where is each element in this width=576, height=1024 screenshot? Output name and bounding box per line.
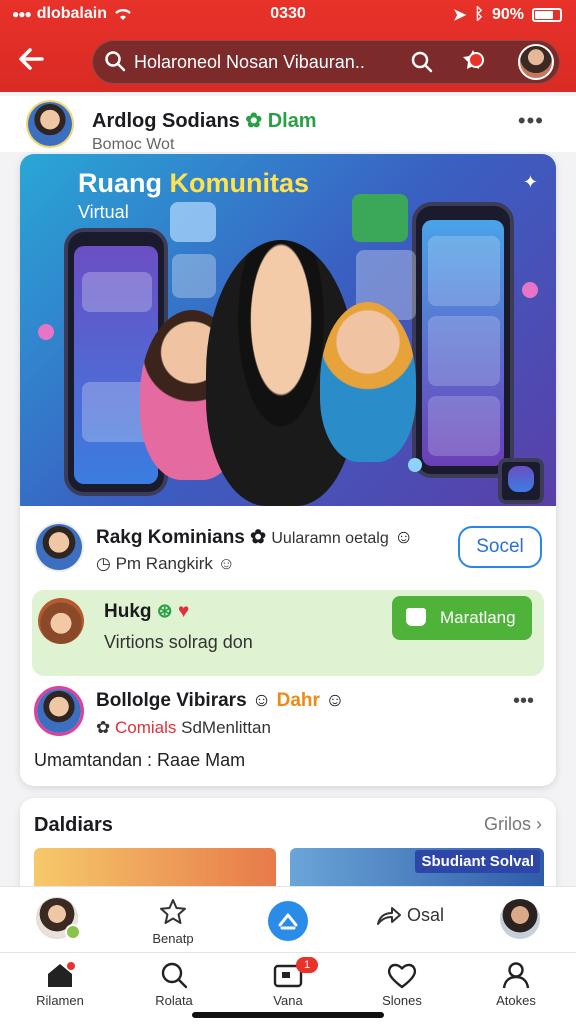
home-icon (48, 962, 75, 987)
promo-title: Hukg ⊛ ♥ (104, 601, 190, 622)
section-heading: Daldiars (34, 814, 113, 836)
phone-illustration-right (412, 202, 514, 478)
share-button[interactable]: Osal (376, 905, 444, 926)
arrow-left-icon (19, 48, 44, 70)
location-icon: ➤ (452, 7, 467, 24)
heart-icon (387, 963, 417, 989)
join-button[interactable]: Maratlang (392, 596, 532, 640)
hand-icon (406, 608, 426, 626)
sticker-icon: ✿ (96, 718, 111, 737)
person-illustration-right (320, 302, 416, 462)
profile-avatar[interactable] (518, 44, 554, 80)
post-card: Ruang Komunitas Virtual ✦ Rakg Kominians… (20, 154, 556, 786)
emoji-icon: ☺ (251, 690, 272, 711)
green-badge-icon: ⊛ (156, 601, 173, 622)
search-icon (161, 962, 188, 989)
create-button[interactable] (268, 901, 308, 941)
clock-icon: ◷ (96, 554, 111, 573)
more-options-icon[interactable]: ••• (513, 690, 534, 713)
action-bar: Benatp Osal (0, 886, 576, 952)
heart-icon: ♥ (177, 601, 190, 622)
thumbnail-tag: Sbudiant Solval (415, 850, 540, 873)
chevron-right-icon: › (536, 814, 542, 834)
search-icon (105, 51, 126, 72)
bluetooth-icon: ᛒ (474, 6, 484, 23)
top-bar: ●●● dlobalain 0330 ➤ ᛒ 90% Holaroneol No… (0, 0, 576, 92)
house-icon (278, 913, 298, 930)
author-name[interactable]: Ardlog Sodians ✿ Dlam (92, 108, 317, 133)
back-button[interactable] (16, 44, 56, 80)
floating-card-icon (170, 202, 216, 242)
community-avatar[interactable] (34, 522, 84, 572)
smile-emoji-icon: ☺ (394, 527, 414, 548)
battery-icon (532, 8, 562, 22)
battery-percent: 90% (491, 6, 524, 23)
community-subtitle: ◷ Pm Rangkirk ☺ (96, 554, 235, 573)
my-avatar[interactable] (36, 897, 81, 940)
promo-row[interactable]: Hukg ⊛ ♥ Virtions solrag don Maratlang (32, 590, 544, 676)
post-subtitle: Bomoc Wot (92, 136, 175, 153)
nav-item-search[interactable]: Rolata (124, 961, 224, 1008)
status-bar: ●●● dlobalain 0330 ➤ ᛒ 90% (0, 0, 576, 30)
nav-item-video[interactable]: 1 Vana (238, 957, 338, 1008)
community-row[interactable]: Rakg Kominians ✿ Uularamn oetalg ☺ ◷ Pm … (20, 518, 556, 590)
nav-item-profile[interactable]: Atokes (466, 961, 566, 1008)
decor-bubble (522, 282, 538, 298)
video-badge: 1 (296, 957, 318, 973)
emoji-badge-icon: ✿ (245, 110, 263, 132)
favorite-label: Benatp (152, 931, 194, 946)
nav-item-home[interactable]: Rilamen (10, 961, 110, 1008)
search-submit-icon[interactable] (410, 50, 434, 74)
home-indicator[interactable] (192, 1012, 384, 1018)
section-card: Daldiars Grilos › Sbudiant Solval (20, 798, 556, 898)
star-icon (160, 899, 186, 924)
commenter-subtitle: ✿ Comials SdMenlittan (96, 718, 271, 737)
decor-bubble (408, 458, 422, 472)
search-input[interactable]: Holaroneol Nosan Vibauran.. (134, 52, 434, 73)
comment-footer: Umamtandan : Raae Mam (34, 750, 246, 770)
commenter-title: Bollolge Vibirars ☺ Dahr ☺ (96, 690, 345, 711)
share-arrow-icon (377, 907, 401, 926)
online-badge (65, 924, 81, 940)
decor-bubble (38, 324, 54, 340)
commenter-avatar[interactable] (34, 686, 84, 736)
emoji-icon: ✿ (250, 527, 267, 548)
follow-button[interactable]: Socel (458, 526, 542, 568)
author-avatar[interactable] (26, 100, 74, 148)
smile-emoji-icon: ☺ (217, 554, 235, 573)
nav-item-stories[interactable]: Slones (352, 961, 452, 1008)
floating-card-chart-icon (172, 254, 216, 298)
notification-badge (468, 52, 484, 68)
phone-illustration-small (498, 458, 544, 504)
search-bar[interactable]: Holaroneol Nosan Vibauran.. (92, 40, 560, 84)
post-header: Ardlog Sodians ✿ Dlam Bomoc Wot ••• (0, 96, 576, 153)
banner-subtitle: Virtual (78, 202, 129, 222)
sparkle-icon: ✦ (522, 172, 538, 192)
smile-emoji-icon: ☺ (325, 690, 345, 711)
comment-row[interactable]: Bollolge Vibirars ☺ Dahr ☺ ✿ Comials SdM… (20, 680, 556, 780)
floating-card-green-icon (352, 194, 408, 242)
see-all-link[interactable]: Grilos › (484, 814, 542, 835)
status-right: ➤ ᛒ 90% (453, 5, 562, 25)
banner-image[interactable]: Ruang Komunitas Virtual ✦ (20, 154, 556, 506)
more-options-icon[interactable]: ••• (518, 108, 544, 134)
favorite-button[interactable] (152, 897, 194, 932)
community-title: Rakg Kominians ✿ Uularamn oetalg ☺ (96, 527, 414, 548)
author-badge: Dlam (267, 110, 317, 132)
friend-avatar[interactable] (500, 899, 540, 939)
person-icon (502, 962, 530, 989)
banner-title: Ruang Komunitas (78, 168, 310, 198)
promo-subtitle: Virtions solrag don (104, 632, 253, 652)
promo-avatar[interactable] (38, 598, 84, 644)
